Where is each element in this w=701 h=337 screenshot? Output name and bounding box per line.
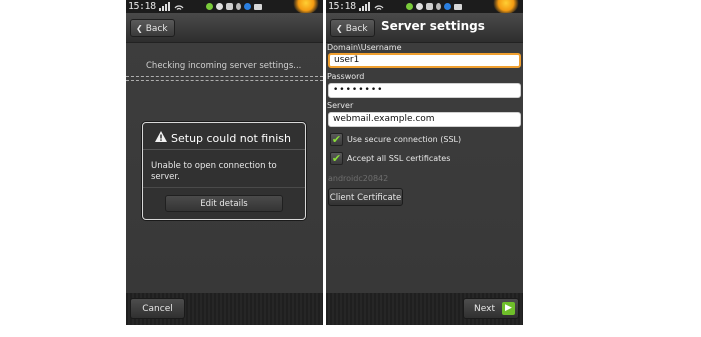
back-button[interactable]: ❮ Back xyxy=(130,19,175,37)
screen-title: Server settings xyxy=(381,19,485,33)
ssl-label: Use secure connection (SSL) xyxy=(347,134,462,144)
ssl-option[interactable]: ✔ Use secure connection (SSL) xyxy=(330,132,461,146)
accept-certs-label: Accept all SSL certificates xyxy=(347,153,451,163)
arrow-right-icon: ▶ xyxy=(502,302,515,315)
bluetooth-icon xyxy=(244,3,251,10)
battery-icon xyxy=(426,3,433,10)
bluetooth-icon xyxy=(444,3,451,10)
back-button[interactable]: ❮ Back xyxy=(330,19,375,37)
app-icon xyxy=(416,3,423,10)
call-icon xyxy=(406,3,413,10)
bottom-bar: Next ▶ xyxy=(326,293,523,325)
dialog-title: Setup could not finish xyxy=(155,131,291,145)
battery-icon xyxy=(226,3,233,10)
cancel-button[interactable]: Cancel xyxy=(130,298,185,319)
username-label: Domain\Username xyxy=(327,43,402,52)
email-icon xyxy=(254,3,262,10)
accept-certs-checkbox[interactable]: ✔ xyxy=(330,151,343,165)
usb-icon xyxy=(436,3,441,10)
next-label: Next xyxy=(474,304,495,314)
bottom-bar: Cancel xyxy=(126,293,323,325)
notification-icons xyxy=(206,1,262,12)
edit-details-button[interactable]: Edit details xyxy=(165,195,283,212)
password-label: Password xyxy=(327,72,365,81)
dialog-message: Unable to open connection to server. xyxy=(151,161,277,182)
setup-error-screen: 15:18 ❮ Back Checking incoming server set… xyxy=(126,0,323,325)
server-label: Server xyxy=(327,101,354,110)
signal-icon xyxy=(359,2,384,11)
dialog-title-text: Setup could not finish xyxy=(171,132,291,145)
warning-icon xyxy=(155,131,167,145)
email-icon xyxy=(454,3,462,10)
password-input[interactable]: •••••••• xyxy=(328,83,521,98)
status-bar: 15:18 xyxy=(326,0,523,14)
call-icon xyxy=(206,3,213,10)
signal-icon xyxy=(159,2,184,11)
ssl-checkbox[interactable]: ✔ xyxy=(330,132,343,146)
status-time: 15:18 xyxy=(128,1,156,12)
status-glow xyxy=(293,0,319,14)
next-button[interactable]: Next ▶ xyxy=(463,298,519,319)
device-id-text: androidc20842 xyxy=(328,174,389,183)
usb-icon xyxy=(236,3,241,10)
back-label: Back xyxy=(145,24,168,34)
dialog-divider xyxy=(143,149,305,150)
status-bar: 15:18 xyxy=(126,0,323,14)
back-label: Back xyxy=(345,24,368,34)
status-time: 15:18 xyxy=(328,1,356,12)
settings-form: Domain\Username user1 Password •••••••• … xyxy=(326,43,523,293)
title-bar: ❮ Back Server settings xyxy=(326,13,523,43)
progress-divider xyxy=(126,76,323,81)
error-dialog: Setup could not finish Unable to open co… xyxy=(142,122,306,220)
chevron-left-icon: ❮ xyxy=(136,24,143,33)
accept-certs-option[interactable]: ✔ Accept all SSL certificates xyxy=(330,151,450,165)
username-input[interactable]: user1 xyxy=(328,53,521,68)
notification-icons xyxy=(406,1,462,12)
dialog-button-divider xyxy=(143,187,305,188)
client-certificate-button[interactable]: Client Certificate xyxy=(328,188,403,206)
server-settings-screen: 15:18 ❮ Back Server settings Domain\Usern… xyxy=(326,0,523,325)
server-input[interactable]: webmail.example.com xyxy=(328,112,521,127)
app-icon xyxy=(216,3,223,10)
progress-text: Checking incoming server settings... xyxy=(146,61,302,71)
status-glow xyxy=(493,0,519,14)
chevron-left-icon: ❮ xyxy=(336,24,343,33)
title-bar: ❮ Back xyxy=(126,13,323,43)
